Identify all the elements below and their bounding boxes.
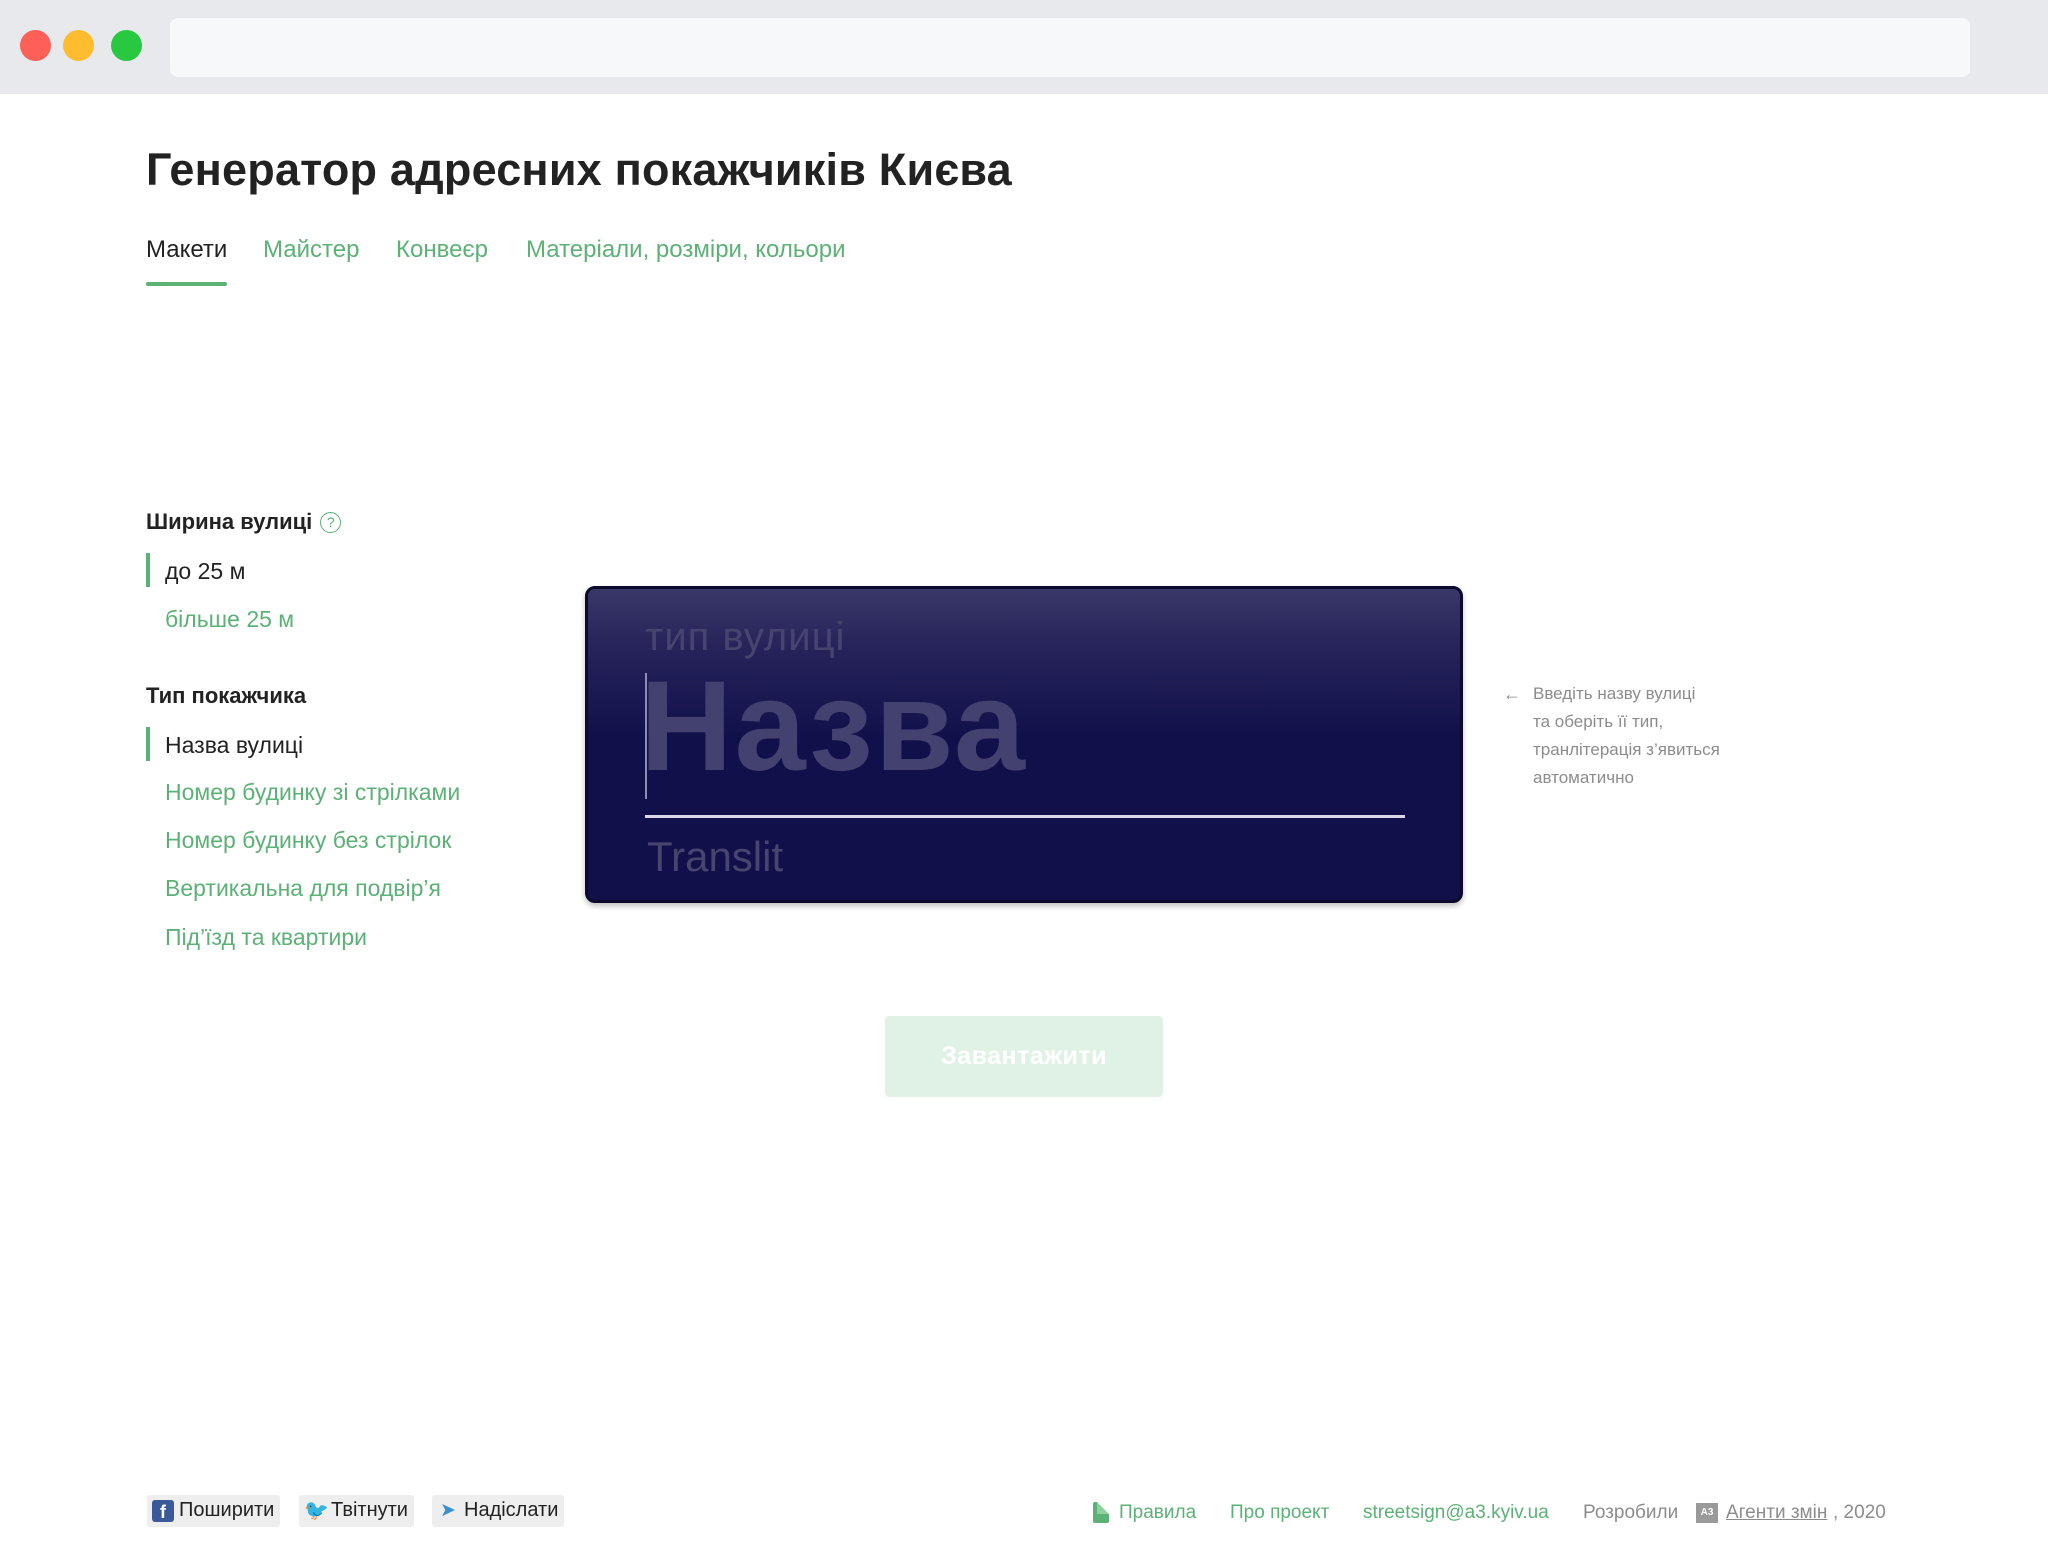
translit-text: Translit [647,833,784,880]
type-option-house-number-no-arrows[interactable]: Номер будинку без стрілок [165,827,451,854]
agency-link[interactable]: Агенти змін [1726,1502,1827,1524]
arrow-left-icon: ← [1503,684,1521,704]
tab-layouts[interactable]: Макети [146,236,228,286]
hint-line: та оберіть її тип, [1533,712,1664,731]
about-link[interactable]: Про проект [1230,1502,1329,1524]
telegram-share-label: Надіслати [464,1499,559,1521]
rules-link[interactable]: Правила [1119,1502,1196,1524]
question-circle-icon[interactable]: ? [320,512,342,533]
sign-type-title: Тип покажчика [146,683,307,708]
close-window-button[interactable] [20,30,51,61]
a3-logo-icon: A3 [1696,1503,1718,1523]
telegram-share-button[interactable]: ➤ Надіслати [432,1495,565,1527]
tab-materials[interactable]: Матеріали, розміри, кольори [526,236,845,264]
page-title: Генератор адресних покажчиків Києва [146,144,1012,195]
type-option-vertical-courtyard[interactable]: Вертикальна для подвір’я [165,875,441,902]
browser-chrome [0,0,2048,94]
tab-conveyor[interactable]: Конвеєр [396,236,488,264]
email-link[interactable]: streetsign@a3.kyiv.ua [1363,1502,1549,1524]
text-cursor [645,673,647,799]
twitter-share-label: Твітнути [331,1499,408,1521]
telegram-icon: ➤ [440,1500,456,1521]
facebook-share-button[interactable]: f Поширити [147,1495,281,1527]
type-option-street-name[interactable]: Назва вулиці [145,727,303,761]
tab-master[interactable]: Майстер [263,236,359,264]
input-hint: ← Введіть назву вулиці та оберіть її тип… [1503,680,1765,792]
pdf-icon [1093,1502,1109,1523]
hint-line: транлітерація з’явиться [1533,740,1720,759]
sign-divider [645,815,1405,818]
facebook-icon: f [152,1500,174,1522]
width-option-up-to-25[interactable]: до 25 м [145,553,245,587]
street-sign-preview: тип вулиці Назва Translit [585,586,1463,903]
street-width-title: Ширина вулиці? [146,509,342,535]
twitter-share-button[interactable]: 🐦 Твітнути [299,1495,414,1527]
twitter-icon: 🐦 [304,1500,329,1522]
street-name-input[interactable]: Назва [640,653,1027,800]
maximize-window-button[interactable] [111,30,142,61]
facebook-share-label: Поширити [179,1499,275,1521]
address-bar[interactable] [170,18,1970,77]
width-option-over-25[interactable]: більше 25 м [165,606,294,633]
minimize-window-button[interactable] [63,30,94,61]
type-option-entrance-apartments[interactable]: Під’їзд та квартири [165,924,367,951]
hint-line: Введіть назву вулиці [1533,684,1696,703]
hint-line: автоматично [1533,768,1634,787]
street-width-label: Ширина вулиці [146,509,313,534]
type-option-house-number-arrows[interactable]: Номер будинку зі стрілками [165,779,460,806]
copyright-year: , 2020 [1833,1502,1886,1523]
download-button[interactable]: Завантажити [885,1016,1163,1097]
developed-by-label: Розробили [1583,1502,1679,1523]
